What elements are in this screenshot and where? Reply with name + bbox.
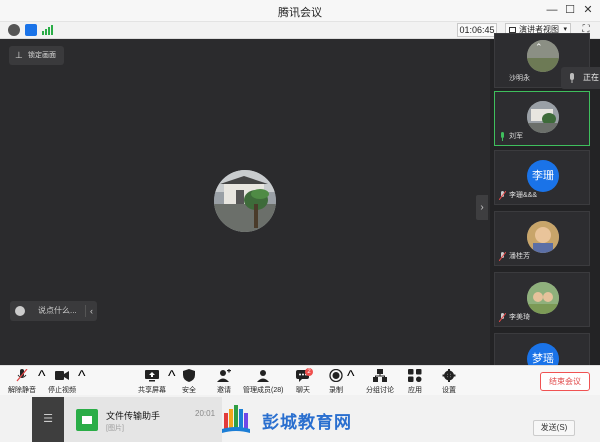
- close-icon[interactable]: ✕: [581, 3, 595, 17]
- chevron-up-icon[interactable]: ^: [347, 368, 355, 395]
- chevron-up-icon[interactable]: ⌃: [535, 42, 543, 53]
- apps-label: 应用: [408, 387, 422, 394]
- chat-badge: 2: [305, 368, 313, 376]
- chevron-left-icon[interactable]: ‹: [90, 301, 93, 321]
- mic-muted-icon: [499, 313, 506, 322]
- unmute-label: 解除静音: [8, 387, 36, 394]
- mic-muted-icon: [499, 252, 506, 261]
- participant-avatar: 李珊: [527, 160, 559, 192]
- meeting-toolbar: 解除静音 ^ 停止视频 ^ 共享屏幕 ^ 安全 邀请 管理成员(28) 2 聊天: [0, 365, 600, 395]
- settings-label: 设置: [442, 387, 456, 394]
- participant-name: 沙明永: [509, 75, 530, 82]
- chat-quick-placeholder: 说点什么...: [38, 306, 77, 315]
- stop-video-button[interactable]: 停止视频: [46, 368, 78, 395]
- info-icon[interactable]: [8, 24, 20, 36]
- participant-avatar: [527, 221, 559, 253]
- chat-button[interactable]: 2 聊天: [293, 368, 313, 395]
- breakout-rooms-button[interactable]: 分组讨论: [365, 368, 395, 395]
- participant-avatar: [527, 101, 559, 133]
- chat-preview: [图片]: [106, 425, 124, 432]
- participant-name-text: 刘军: [509, 133, 523, 140]
- participant-tile-active[interactable]: 刘军: [494, 91, 590, 146]
- chat-time: 20:01: [195, 409, 216, 418]
- participant-tile[interactable]: 李美琦: [494, 272, 590, 327]
- speaking-indicator: 正在: [561, 67, 600, 89]
- record-label: 录制: [329, 387, 343, 394]
- speaking-label: 正在: [583, 73, 599, 82]
- maximize-icon[interactable]: ☐: [563, 3, 577, 17]
- book-logo-icon: [222, 405, 250, 433]
- meeting-window: 腾讯会议 — ☐ ✕ 01:06:45 演讲者视图 ▾ ⛶ ⊥ 锁定画面 说点什…: [0, 0, 600, 442]
- invite-button[interactable]: 邀请: [213, 368, 235, 395]
- share-screen-label: 共享屏幕: [138, 387, 166, 394]
- mic-muted-icon: [16, 369, 28, 382]
- logo-text: 彭城教育网: [262, 413, 352, 432]
- participant-avatar: [527, 282, 559, 314]
- shield-icon: [183, 369, 195, 382]
- mic-muted-icon: [499, 191, 506, 200]
- chevron-up-icon[interactable]: ^: [38, 368, 46, 395]
- speaker-avatar: [214, 170, 276, 232]
- hamburger-menu-icon[interactable]: ☰: [32, 397, 64, 442]
- pin-icon: ⊥: [15, 50, 23, 60]
- chat-list-item[interactable]: ☰ 文件传输助手 20:01 [图片]: [32, 397, 222, 442]
- signal-icon[interactable]: [42, 25, 54, 35]
- stop-video-label: 停止视频: [48, 387, 76, 394]
- record-icon: [329, 369, 343, 382]
- participant-name: 李美琦: [499, 312, 530, 323]
- participant-tile[interactable]: 潘桂芳: [494, 211, 590, 266]
- lock-view-label: 锁定画面: [28, 52, 56, 59]
- security-button[interactable]: 安全: [178, 368, 200, 395]
- title-bar: 腾讯会议 — ☐ ✕: [0, 0, 600, 22]
- share-screen-button[interactable]: 共享屏幕: [136, 368, 168, 395]
- chevron-up-icon[interactable]: ^: [168, 368, 176, 395]
- participant-avatar: [527, 40, 559, 72]
- video-camera-icon: [55, 371, 69, 380]
- manage-members-button[interactable]: 管理成员(28): [243, 368, 283, 395]
- gear-icon: [442, 369, 456, 382]
- site-logo: 彭城教育网: [222, 403, 362, 435]
- file-transfer-icon: [76, 409, 98, 431]
- breakout-rooms-label: 分组讨论: [366, 387, 394, 394]
- unmute-button[interactable]: 解除静音: [4, 368, 40, 395]
- participant-name: 潘桂芳: [499, 251, 530, 262]
- send-button[interactable]: 发送(S): [533, 420, 575, 436]
- chevron-up-icon[interactable]: ^: [78, 368, 86, 395]
- minimize-icon[interactable]: —: [545, 3, 559, 17]
- apps-button[interactable]: 应用: [405, 368, 425, 395]
- participant-name-text: 潘桂芳: [509, 253, 530, 260]
- end-meeting-button[interactable]: 结束会议: [540, 372, 590, 391]
- main-video-stage: ⊥ 锁定画面 说点什么... ‹ ›: [0, 39, 490, 365]
- settings-button[interactable]: 设置: [439, 368, 459, 395]
- share-screen-icon: [145, 370, 159, 382]
- mic-icon: [570, 73, 574, 83]
- window-title: 腾讯会议: [278, 7, 322, 19]
- shield-icon[interactable]: [25, 24, 37, 36]
- participant-name: 李珊&&&: [499, 190, 537, 201]
- invite-label: 邀请: [217, 387, 231, 394]
- chat-name: 文件传输助手: [106, 411, 161, 421]
- divider: [85, 305, 86, 317]
- chat-label: 聊天: [296, 387, 310, 394]
- participant-name-text: 李珊&&&: [509, 192, 538, 199]
- record-button[interactable]: 录制: [326, 368, 346, 395]
- apps-icon: [408, 369, 422, 382]
- manage-members-label: 管理成员(28): [243, 387, 284, 394]
- participant-tile[interactable]: 李珊 李珊&&&: [494, 150, 590, 205]
- chat-quick-input[interactable]: 说点什么... ‹: [10, 301, 97, 321]
- participant-name: 刘军: [499, 131, 523, 142]
- emoji-icon[interactable]: [15, 306, 25, 316]
- lock-view-button[interactable]: ⊥ 锁定画面: [9, 46, 64, 65]
- add-user-icon: [217, 369, 231, 382]
- meeting-timer: 01:06:45: [457, 23, 497, 37]
- mic-speaking-icon: [501, 132, 504, 141]
- security-label: 安全: [182, 387, 196, 394]
- participant-name-text: 李美琦: [509, 314, 530, 321]
- breakout-icon: [373, 369, 387, 382]
- collapse-sidebar-button[interactable]: ›: [476, 195, 488, 220]
- background-windows: ☰ 文件传输助手 20:01 [图片] 彭城教育网 发送(S): [0, 395, 600, 442]
- members-icon: [257, 370, 269, 382]
